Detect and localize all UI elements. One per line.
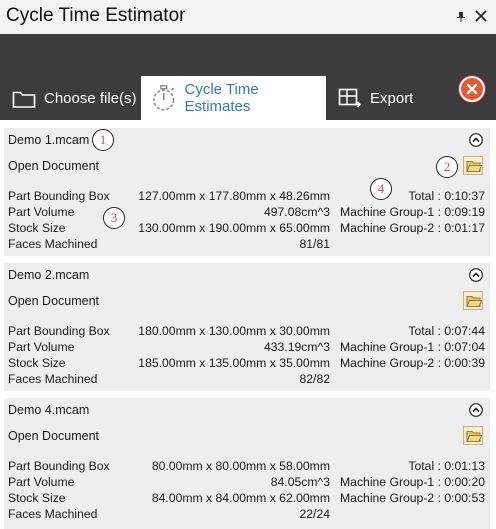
machine-group-2-time: Machine Group-2 : 0:00:53: [340, 491, 485, 505]
window-title: Cycle Time Estimator: [6, 5, 186, 26]
stock-size-value: 185.00mm x 135.00mm x 35.00mm: [138, 356, 330, 370]
part-bounding-box-label: Part Bounding Box: [8, 324, 110, 338]
export-icon: [338, 88, 362, 108]
machine-group-1-time: Machine Group-1 : 0:00:20: [340, 475, 485, 489]
faces-machined-label: Faces Machined: [8, 372, 98, 386]
total-time: Total : 0:10:37: [408, 189, 485, 203]
tab-label: Export: [370, 89, 414, 107]
callout-marker-2: 2: [436, 156, 458, 178]
total-time: Total : 0:01:13: [408, 459, 485, 473]
part-bounding-box-label: Part Bounding Box: [8, 459, 110, 473]
faces-machined-value: 81/81: [299, 237, 331, 251]
file-card: Demo 2.mcam Open Document Part Bounding …: [4, 263, 490, 391]
open-folder-icon: [466, 161, 482, 172]
machine-group-2-time: Machine Group-2 : 0:01:17: [340, 221, 485, 235]
stock-size-value: 84.00mm x 84.00mm x 62.00mm: [151, 491, 330, 505]
tab-export[interactable]: Export: [326, 76, 446, 120]
callout-marker-1: 1: [92, 129, 114, 151]
part-bounding-box-value: 180.00mm x 130.00mm x 30.00mm: [138, 324, 330, 338]
part-bounding-box-value: 80.00mm x 80.00mm x 58.00mm: [151, 459, 330, 473]
open-document-label: Open Document: [8, 159, 100, 173]
part-bounding-box-label: Part Bounding Box: [8, 189, 110, 203]
faces-machined-value: 22/24: [299, 507, 331, 521]
machine-group-1-time: Machine Group-1 : 0:09:19: [340, 205, 485, 219]
pin-icon[interactable]: [455, 11, 467, 23]
part-volume-label: Part Volume: [8, 475, 75, 489]
folder-icon: [12, 91, 36, 108]
open-document-label: Open Document: [8, 429, 100, 443]
open-document-label: Open Document: [8, 294, 100, 308]
open-document-button[interactable]: [463, 426, 483, 445]
collapse-chevron-icon[interactable]: [469, 268, 483, 282]
file-name: Demo 1.mcam: [8, 133, 90, 147]
part-volume-value: 433.19cm^3: [263, 340, 330, 354]
stock-size-label: Stock Size: [8, 491, 66, 505]
callout-marker-4: 4: [370, 178, 392, 200]
close-circle-button[interactable]: [459, 76, 485, 102]
file-card: Demo 4.mcam Open Document Part Bounding …: [4, 398, 490, 529]
open-folder-icon: [466, 296, 482, 307]
stock-size-value: 130.00mm x 190.00mm x 65.00mm: [138, 221, 330, 235]
collapse-chevron-icon[interactable]: [469, 133, 483, 147]
part-volume-value: 497.08cm^3: [263, 205, 330, 219]
tab-choose-files[interactable]: Choose file(s): [0, 76, 141, 120]
tab-label: Choose file(s): [44, 89, 137, 107]
title-bar: Cycle Time Estimator: [0, 0, 496, 34]
part-volume-label: Part Volume: [8, 340, 75, 354]
close-x-icon: [466, 83, 478, 95]
machine-group-2-time: Machine Group-2 : 0:00:39: [340, 356, 485, 370]
file-name: Demo 4.mcam: [8, 403, 90, 417]
faces-machined-label: Faces Machined: [8, 507, 98, 521]
part-volume-label: Part Volume: [8, 205, 75, 219]
window-close-icon[interactable]: [474, 9, 488, 23]
open-document-button[interactable]: [463, 156, 483, 175]
tab-label: Cycle Time Estimates: [184, 81, 259, 115]
machine-group-1-time: Machine Group-1 : 0:07:04: [340, 340, 485, 354]
stock-size-label: Stock Size: [8, 221, 66, 235]
open-folder-icon: [466, 431, 482, 442]
tab-cycle-time-estimates[interactable]: Cycle Time Estimates: [141, 76, 326, 120]
open-document-button[interactable]: [463, 291, 483, 310]
faces-machined-value: 82/82: [299, 372, 331, 386]
total-time: Total : 0:07:44: [408, 324, 485, 338]
file-card: Demo 1.mcam Open Document Part Bounding …: [4, 128, 490, 256]
collapse-chevron-icon[interactable]: [469, 403, 483, 417]
callout-marker-3: 3: [103, 207, 125, 229]
faces-machined-label: Faces Machined: [8, 237, 98, 251]
estimates-panel: Demo 1.mcam Open Document Part Bounding …: [0, 120, 496, 529]
part-bounding-box-value: 127.00mm x 177.80mm x 48.26mm: [138, 189, 330, 203]
part-volume-value: 84.05cm^3: [270, 475, 330, 489]
stock-size-label: Stock Size: [8, 356, 66, 370]
file-name: Demo 2.mcam: [8, 268, 90, 282]
stopwatch-icon: [153, 85, 175, 111]
